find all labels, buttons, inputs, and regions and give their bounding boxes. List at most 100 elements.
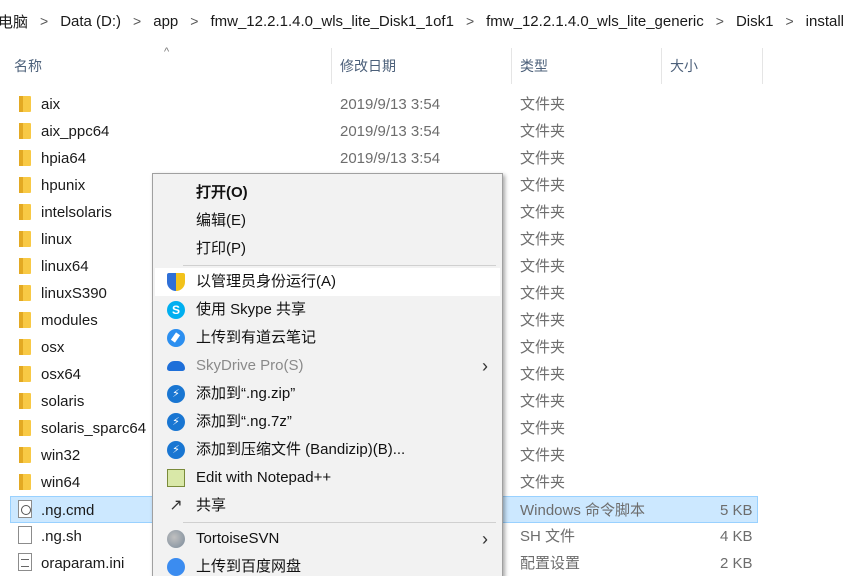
- menu-item[interactable]: ⚡ 添加到压缩文件 (Bandizip)(B)...: [155, 436, 500, 464]
- breadcrumb-install[interactable]: install: [800, 13, 850, 30]
- menu-item[interactable]: 编辑(E): [155, 207, 500, 235]
- file-name: linux64: [41, 258, 89, 275]
- menu-item[interactable]: ⚡ 添加到“.ng.zip”: [155, 380, 500, 408]
- sort-ascending-icon: ^: [164, 46, 170, 58]
- menu-item-label: 上传到有道云笔记: [196, 329, 317, 346]
- file-name: linux: [41, 231, 72, 248]
- share-icon: ↗: [169, 497, 183, 514]
- cmd-file-icon: [18, 500, 32, 518]
- menu-item[interactable]: SkyDrive Pro(S) ›: [155, 352, 500, 380]
- chevron-right-icon[interactable]: >: [127, 13, 147, 29]
- folder-icon: [19, 474, 31, 490]
- menu-item-label: 添加到“.ng.7z”: [196, 413, 292, 430]
- file-type: 文件夹: [520, 231, 566, 248]
- menu-item-label: 共享: [196, 497, 227, 514]
- menu-item-label: 编辑(E): [196, 212, 246, 229]
- file-type: Windows 命令脚本: [520, 502, 646, 519]
- menu-item-label: 添加到“.ng.zip”: [196, 385, 296, 402]
- breadcrumb-drive[interactable]: Data (D:): [54, 13, 127, 30]
- menu-item[interactable]: 上传到有道云笔记: [155, 324, 500, 352]
- folder-icon: [19, 150, 31, 166]
- breadcrumb-disk1[interactable]: Disk1: [730, 13, 780, 30]
- folder-icon: [19, 339, 31, 355]
- column-divider[interactable]: [331, 48, 332, 84]
- notepad-plus-icon: [167, 469, 185, 487]
- menu-item[interactable]: 以管理员身份运行(A): [155, 268, 500, 296]
- column-date[interactable]: 修改日期: [340, 48, 396, 84]
- menu-item-label: Edit with Notepad++: [196, 469, 332, 486]
- menu-item[interactable]: 打开(O): [155, 179, 500, 207]
- chevron-right-icon[interactable]: >: [184, 13, 204, 29]
- file-type: 文件夹: [520, 150, 566, 167]
- breadcrumb-disk1-1of1[interactable]: fmw_12.2.1.4.0_wls_lite_Disk1_1of1: [204, 13, 459, 30]
- folder-icon: [19, 123, 31, 139]
- submenu-arrow-icon: ›: [482, 529, 488, 549]
- column-size[interactable]: 大小: [670, 48, 698, 84]
- context-menu: 打开(O) 编辑(E) 打印(P) 以管理员身份运行(A) S 使用 Skype 共享上传…: [152, 173, 503, 576]
- folder-icon: [19, 258, 31, 274]
- column-name[interactable]: 名称: [14, 48, 42, 84]
- file-type: 文件夹: [520, 312, 566, 329]
- folder-icon: [19, 447, 31, 463]
- column-header: ^ 名称 修改日期 类型 大小: [0, 46, 855, 84]
- address-bar[interactable]: 电脑 > Data (D:) > app > fmw_12.2.1.4.0_wl…: [0, 0, 855, 42]
- folder-icon: [19, 204, 31, 220]
- column-divider[interactable]: [661, 48, 662, 84]
- file-row[interactable]: aix_ppc64 2019/9/13 3:54 文件夹: [0, 118, 760, 145]
- menu-item[interactable]: ⚡ 添加到“.ng.7z”: [155, 408, 500, 436]
- file-name: aix_ppc64: [41, 123, 110, 140]
- file-name: solaris: [41, 393, 85, 410]
- file-row[interactable]: aix 2019/9/13 3:54 文件夹: [0, 91, 760, 118]
- file-type: 文件夹: [520, 393, 566, 410]
- file-date: 2019/9/13 3:54: [340, 96, 441, 113]
- shield-icon: [167, 273, 185, 291]
- file-type: 文件夹: [520, 123, 566, 140]
- file-date: 2019/9/13 3:54: [340, 150, 441, 167]
- file-row[interactable]: hpia64 2019/9/13 3:54 文件夹: [0, 145, 760, 172]
- column-type[interactable]: 类型: [520, 48, 548, 84]
- menu-item-label: 上传到百度网盘: [196, 558, 302, 575]
- menu-item[interactable]: TortoiseSVN ›: [155, 525, 500, 553]
- chevron-right-icon[interactable]: >: [34, 13, 54, 29]
- breadcrumb-computer[interactable]: 电脑: [0, 11, 34, 32]
- bandizip-icon: ⚡: [167, 413, 185, 431]
- menu-item[interactable]: 打印(P): [155, 235, 500, 263]
- menu-item[interactable]: 上传到百度网盘: [155, 553, 500, 576]
- folder-icon: [19, 96, 31, 112]
- cloud-icon: [167, 361, 185, 371]
- menu-separator: [183, 265, 496, 266]
- file-name: oraparam.ini: [41, 555, 125, 572]
- chevron-right-icon[interactable]: >: [460, 13, 480, 29]
- menu-item-label: SkyDrive Pro(S): [196, 357, 304, 374]
- file-name: win32: [41, 447, 81, 464]
- file-name: solaris_sparc64: [41, 420, 147, 437]
- file-type: 文件夹: [520, 258, 566, 275]
- menu-item[interactable]: S 使用 Skype 共享: [155, 296, 500, 324]
- file-name: aix: [41, 96, 61, 113]
- folder-icon: [19, 177, 31, 193]
- chevron-right-icon[interactable]: >: [779, 13, 799, 29]
- file-type: 文件夹: [520, 177, 566, 194]
- folder-icon: [19, 420, 31, 436]
- folder-icon: [19, 231, 31, 247]
- file-name: .ng.sh: [41, 528, 82, 545]
- file-size: 4 KB: [720, 528, 753, 545]
- folder-icon: [19, 393, 31, 409]
- folder-icon: [19, 312, 31, 328]
- chevron-right-icon[interactable]: >: [710, 13, 730, 29]
- submenu-arrow-icon: ›: [482, 356, 488, 376]
- breadcrumb-generic[interactable]: fmw_12.2.1.4.0_wls_lite_generic: [480, 13, 710, 30]
- column-divider[interactable]: [762, 48, 763, 84]
- column-divider[interactable]: [511, 48, 512, 84]
- file-type: 文件夹: [520, 204, 566, 221]
- menu-separator: [183, 522, 496, 523]
- file-type: 文件夹: [520, 366, 566, 383]
- file-name: modules: [41, 312, 98, 329]
- file-name: hpunix: [41, 177, 86, 194]
- folder-icon: [19, 285, 31, 301]
- file-type: SH 文件: [520, 528, 576, 545]
- folder-icon: [19, 366, 31, 382]
- menu-item[interactable]: ↗ 共享: [155, 492, 500, 520]
- menu-item[interactable]: Edit with Notepad++: [155, 464, 500, 492]
- breadcrumb-app[interactable]: app: [147, 13, 184, 30]
